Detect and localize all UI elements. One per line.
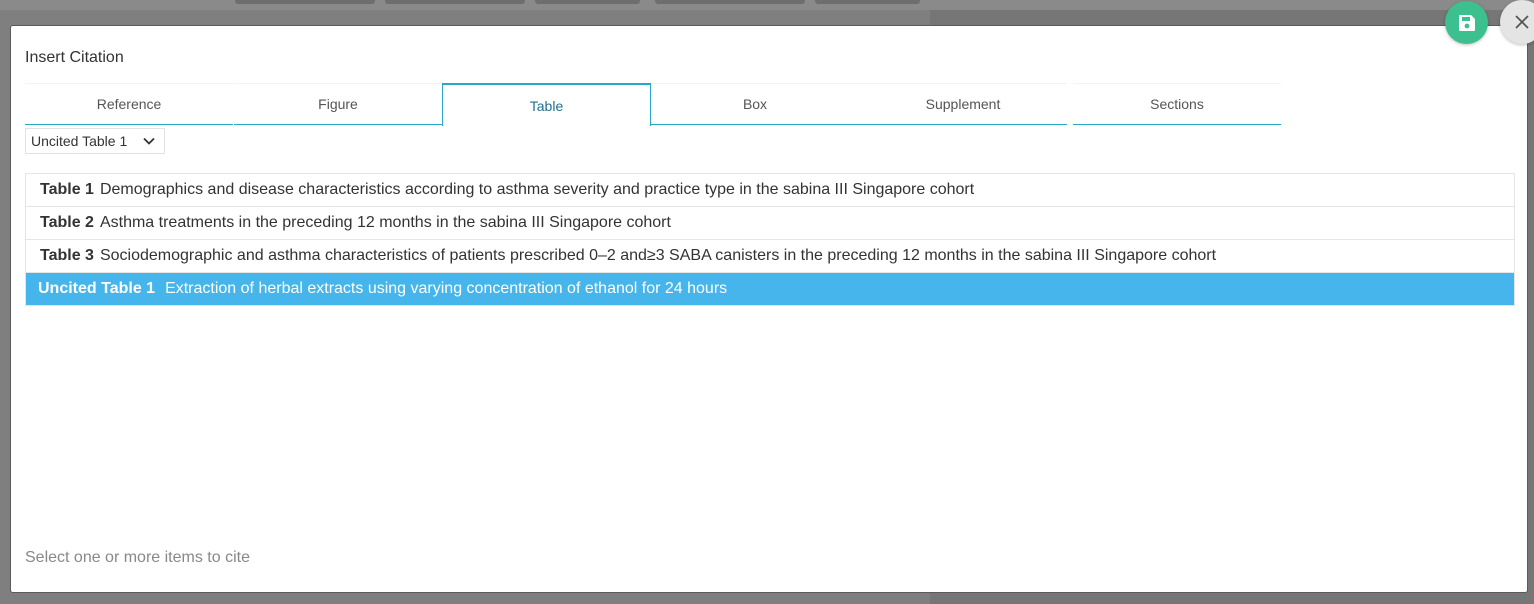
close-icon [1515,15,1529,29]
modal-title: Insert Citation [25,49,124,66]
background-toolbar-tab [815,0,920,4]
list-item[interactable]: Table 3 Sociodemographic and asthma char… [26,240,1514,273]
list-item-label: Table 2 [40,214,94,231]
list-item-text: Sociodemographic and asthma characterist… [99,247,1217,264]
table-filter-value: Uncited Table 1 [31,133,128,149]
tab-sections[interactable]: Sections [1073,83,1281,125]
list-item[interactable]: Table 2 Asthma treatments in the precedi… [26,207,1514,240]
list-item-label: Uncited Table 1 [38,280,156,297]
tab-reference[interactable]: Reference [25,83,233,125]
chevron-down-icon [143,137,155,145]
citation-type-tabs: Reference Figure Table Box Supplement Se… [25,83,1281,127]
tab-table[interactable]: Table [442,83,651,126]
background-toolbar-tab [385,0,525,4]
background-toolbar-tab [535,0,640,4]
background-toolbar-tab [655,0,805,4]
floppy-disk-icon [1458,14,1475,31]
list-item-text: Demographics and disease characteristics… [99,181,975,198]
list-item[interactable]: Table 1 Demographics and disease charact… [26,174,1514,207]
list-item-text: Extraction of herbal extracts using vary… [165,280,728,297]
tab-supplement[interactable]: Supplement [859,83,1067,125]
insert-citation-modal: Insert Citation Reference Figure Table B… [10,25,1528,593]
tab-figure[interactable]: Figure [234,83,442,125]
list-item-selected[interactable]: Uncited Table 1 Extraction of herbal ext… [26,273,1514,306]
background-toolbar-tab [235,0,375,4]
citation-item-list: Table 1 Demographics and disease charact… [25,173,1515,306]
list-item-label: Table 1 [40,181,94,198]
list-item-text: Asthma treatments in the preceding 12 mo… [99,214,671,231]
list-item-label: Table 3 [40,247,94,264]
tab-box[interactable]: Box [651,83,859,125]
footer-hint: Select one or more items to cite [25,549,250,566]
save-button[interactable] [1445,1,1488,44]
table-filter-select[interactable]: Uncited Table 1 [25,128,165,154]
